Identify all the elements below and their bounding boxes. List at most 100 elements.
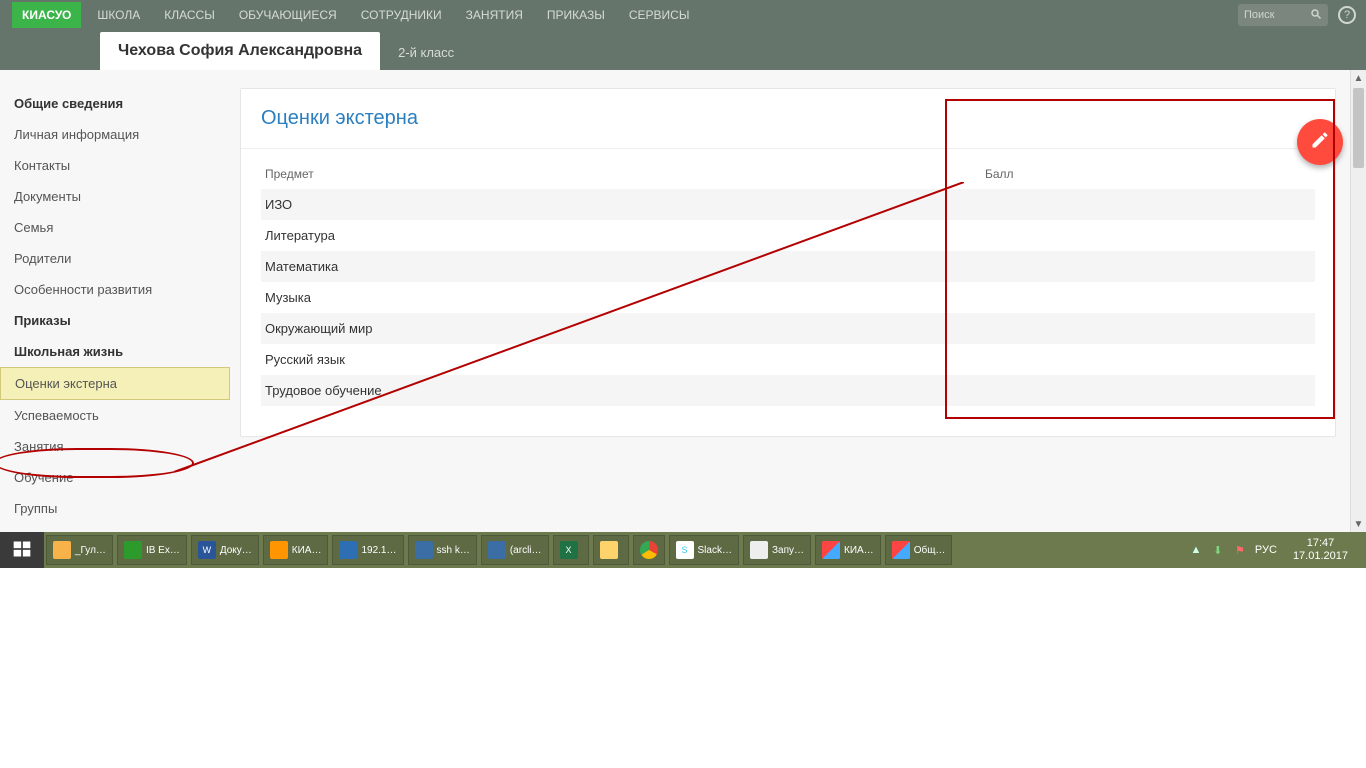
terminal-icon [488,541,506,559]
sidebar-item-extern-grades[interactable]: Оценки экстерна [0,367,230,400]
vertical-scrollbar[interactable]: ▲ ▼ [1350,70,1366,532]
taskbar-item[interactable]: IB Ex… [117,535,187,565]
top-navbar: КИАСУО ШКОЛА КЛАССЫ ОБУЧАЮЩИЕСЯ СОТРУДНИ… [0,0,1366,30]
language-indicator[interactable]: РУС [1255,544,1277,556]
taskbar-item[interactable]: W Доку… [191,535,259,565]
table-row: Окружающий мир [261,313,1315,344]
nav-classes[interactable]: КЛАССЫ [164,8,215,22]
nav-orders[interactable]: ПРИКАЗЫ [547,8,605,22]
taskbar-item[interactable]: ssh k… [408,535,477,565]
start-button[interactable] [0,532,44,568]
firefox-icon [270,541,288,559]
nav-lessons[interactable]: ЗАНЯТИЯ [466,8,523,22]
tray-arrow-icon[interactable]: ▲ [1189,543,1203,557]
help-icon[interactable]: ? [1338,6,1356,24]
grades-table: Предмет Балл ИЗО Литература Математика М… [241,149,1335,436]
taskbar-label: 192.1… [361,545,396,556]
top-nav: ШКОЛА КЛАССЫ ОБУЧАЮЩИЕСЯ СОТРУДНИКИ ЗАНЯ… [97,8,689,22]
taskbar-label: (arcli… [510,545,542,556]
sidebar-item-study[interactable]: Обучение [0,462,230,493]
class-tab[interactable]: 2-й класс [380,35,472,70]
tray-download-icon[interactable]: ⬇ [1211,543,1225,557]
cell-subject: Музыка [265,290,1311,305]
taskbar-clock[interactable]: 17:47 17.01.2017 [1285,537,1356,563]
sidebar-item-lessons[interactable]: Занятия [0,431,230,462]
scroll-down-icon[interactable]: ▼ [1351,516,1366,532]
sidebar-item-parents[interactable]: Родители [0,243,230,274]
col-subject-header: Предмет [265,167,985,181]
grades-card: Оценки экстерна Предмет Балл ИЗО Литерат… [240,88,1336,437]
taskbar-label: Slack… [698,545,732,556]
rdp-icon [339,541,357,559]
sidebar-item-documents[interactable]: Документы [0,181,230,212]
edit-fab-button[interactable] [1297,119,1343,165]
ssh-icon [415,541,433,559]
taskbar-label: Общ… [914,545,946,556]
taskbar-item[interactable]: _Гул… [46,535,113,565]
taskbar-label: ssh k… [437,545,470,556]
windows-taskbar: _Гул… IB Ex… W Доку… КИА… 192.1… ssh k… (… [0,532,1366,568]
taskbar-item[interactable]: Запу… [743,535,811,565]
cell-subject: Трудовое обучение [265,383,1311,398]
pencil-icon [1310,130,1330,155]
col-score-header: Балл [985,167,1014,181]
kiasuo-icon [750,541,768,559]
outlook-icon [53,541,71,559]
search-placeholder: Поиск [1244,9,1274,21]
clock-date: 17.01.2017 [1293,550,1348,563]
taskbar-item[interactable] [633,535,665,565]
sidebar-section-orders: Приказы [0,305,230,336]
sidebar-item-develop[interactable]: Особенности развития [0,274,230,305]
cell-subject: Русский язык [265,352,1311,367]
student-name-tab[interactable]: Чехова София Александровна [100,32,380,70]
nav-staff[interactable]: СОТРУДНИКИ [361,8,442,22]
table-header: Предмет Балл [261,159,1315,189]
table-row: ИЗО [261,189,1315,220]
cell-subject: Окружающий мир [265,321,1311,336]
cell-subject: Литература [265,228,1311,243]
main-area: Общие сведения Личная информация Контакт… [0,70,1366,532]
system-tray: ▲ ⬇ ⚑ РУС 17:47 17.01.2017 [1179,537,1366,563]
taskbar-item[interactable]: 192.1… [332,535,403,565]
app-icon [892,541,910,559]
sidebar-item-groups[interactable]: Группы [0,493,230,524]
taskbar-item[interactable]: КИА… [815,535,881,565]
scroll-thumb[interactable] [1353,88,1364,168]
card-title: Оценки экстерна [241,89,1335,149]
taskbar-item[interactable]: S Slack… [669,535,739,565]
table-row: Математика [261,251,1315,282]
chrome-icon [640,541,658,559]
taskbar-item[interactable]: КИА… [263,535,329,565]
sidebar-item-contacts[interactable]: Контакты [0,150,230,181]
cell-subject: Математика [265,259,1311,274]
taskbar-item[interactable]: Общ… [885,535,953,565]
table-row: Литература [261,220,1315,251]
explorer-icon [600,541,618,559]
search-input[interactable]: Поиск [1238,4,1328,26]
app-logo: КИАСУО [12,2,81,28]
nav-services[interactable]: СЕРВИСЫ [629,8,690,22]
taskbar-item[interactable]: (arcli… [481,535,549,565]
slack-icon: S [676,541,694,559]
ibexpert-icon [124,541,142,559]
taskbar-item[interactable]: X [553,535,589,565]
taskbar-item[interactable] [593,535,629,565]
taskbar-label: Доку… [220,545,252,556]
nav-students[interactable]: ОБУЧАЮЩИЕСЯ [239,8,337,22]
cell-subject: ИЗО [265,197,1311,212]
sidebar-item-family[interactable]: Семья [0,212,230,243]
sidebar-section-school-life: Школьная жизнь [0,336,230,367]
table-row: Музыка [261,282,1315,313]
excel-icon: X [560,541,578,559]
tray-flag-icon[interactable]: ⚑ [1233,543,1247,557]
word-icon: W [198,541,216,559]
sidebar: Общие сведения Личная информация Контакт… [0,70,230,532]
scroll-up-icon[interactable]: ▲ [1351,70,1366,86]
taskbar-label: Запу… [772,545,804,556]
sidebar-item-personal[interactable]: Личная информация [0,119,230,150]
nav-school[interactable]: ШКОЛА [97,8,140,22]
table-row: Трудовое обучение [261,375,1315,406]
taskbar-label: _Гул… [75,545,106,556]
sidebar-item-progress[interactable]: Успеваемость [0,400,230,431]
taskbar-label: КИА… [844,545,874,556]
